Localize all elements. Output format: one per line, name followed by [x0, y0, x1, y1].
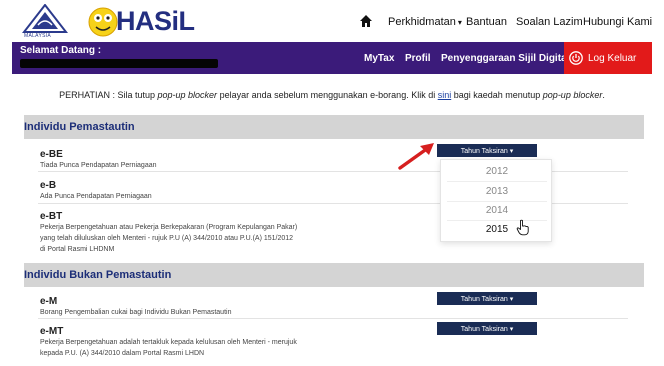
- form-name: e-B: [40, 180, 57, 191]
- section-individu-bukan-pemastautin: Individu Bukan Pemastautin: [24, 263, 644, 287]
- chevron-down-icon: ▾: [509, 295, 514, 303]
- welcome-text: Selamat Datang :: [20, 45, 102, 56]
- form-desc: Tiada Punca Pendapatan Perniagaan: [40, 162, 157, 169]
- notice-text: pelayar anda sebelum menggunakan e-boran…: [217, 90, 438, 100]
- chevron-down-icon: ▾: [509, 147, 514, 155]
- year-option-2013[interactable]: 2013: [441, 183, 553, 201]
- nav-soalan-lazim[interactable]: Soalan Lazim: [516, 16, 583, 28]
- form-name: e-BE: [40, 149, 63, 160]
- form-desc: Pekerja Berpengetahuan adalah tertakluk …: [40, 339, 297, 346]
- section-title: Individu Bukan Pemastautin: [24, 269, 172, 281]
- year-option-2015[interactable]: 2015: [441, 221, 553, 239]
- year-option-2012[interactable]: 2012: [441, 163, 553, 181]
- form-name: e-MT: [40, 326, 64, 337]
- nav-profil[interactable]: Profil: [405, 53, 431, 64]
- mascot-icon: [88, 7, 118, 37]
- nav-mytax[interactable]: MyTax: [364, 53, 394, 64]
- logo-sub-text: MALAYSIA: [24, 33, 52, 39]
- form-item-e-bt: e-BT Pekerja Berpengetahuan atau Pekerja…: [40, 211, 297, 255]
- notice-text: PERHATIAN : Sila tutup: [59, 90, 158, 100]
- logout-button[interactable]: Log Keluar: [564, 42, 652, 74]
- divider: [38, 318, 628, 319]
- power-icon: [569, 51, 583, 65]
- form-desc: di Portal Rasmi LHDNM: [40, 246, 115, 253]
- red-arrow-annotation-icon: [398, 143, 434, 170]
- form-name: e-M: [40, 296, 58, 307]
- form-desc: Borang Pengembalian cukai bagi Individu …: [40, 309, 232, 316]
- chevron-down-icon: ▾: [457, 18, 462, 27]
- form-desc: Pekerja Berpengetahuan atau Pekerja Berk…: [40, 224, 298, 231]
- form-name: e-BT: [40, 211, 63, 222]
- tahun-taksiran-button[interactable]: Tahun Taksiran ▾: [437, 292, 537, 305]
- tahun-taksiran-button[interactable]: Tahun Taksiran ▾: [437, 144, 537, 157]
- popup-blocker-notice: PERHATIAN : Sila tutup pop-up blocker pe…: [0, 90, 664, 100]
- home-icon[interactable]: [359, 14, 373, 28]
- form-item-e-mt: e-MT Pekerja Berpengetahuan adalah terta…: [40, 326, 297, 359]
- form-desc: Ada Punca Pendapatan Perniagaan: [40, 193, 152, 200]
- year-option-2014[interactable]: 2014: [441, 202, 553, 220]
- tahun-taksiran-dropdown: 2012 2013 2014 2015: [440, 159, 552, 242]
- nav-perkhidmatan[interactable]: Perkhidmatan ▾: [388, 16, 462, 28]
- section-individu-pemastautin: Individu Pemastautin: [24, 115, 644, 139]
- section-title: Individu Pemastautin: [24, 121, 135, 133]
- hand-pointer-cursor-icon: [516, 219, 529, 236]
- form-item-e-b: e-B Ada Punca Pendapatan Perniagaan: [40, 180, 152, 202]
- notice-text: bagi kaedah menutup: [451, 90, 543, 100]
- divider: [447, 181, 547, 182]
- tahun-taksiran-button[interactable]: Tahun Taksiran ▾: [437, 322, 537, 335]
- user-bar: Selamat Datang : MyTax Profil Penyenggar…: [12, 42, 652, 74]
- notice-link-sini[interactable]: sini: [438, 90, 452, 100]
- form-item-e-be: e-BE Tiada Punca Pendapatan Perniagaan: [40, 149, 157, 171]
- notice-text: .: [602, 90, 605, 100]
- notice-italic: pop-up blocker: [157, 90, 218, 100]
- site-title[interactable]: HASiL: [116, 6, 195, 37]
- chevron-down-icon: ▾: [509, 325, 514, 333]
- form-item-e-m: e-M Borang Pengembalian cukai bagi Indiv…: [40, 296, 231, 318]
- nav-bantuan[interactable]: Bantuan: [466, 16, 507, 28]
- nav-penyenggaraan-sijil-digital[interactable]: Penyenggaraan Sijil Digital: [441, 53, 569, 64]
- logout-label: Log Keluar: [588, 52, 637, 64]
- notice-italic: pop-up blocker: [542, 90, 603, 100]
- site-header: MALAYSIA HASiL Perkhidmatan ▾ Bantuan Soa…: [0, 0, 664, 42]
- form-desc: yang telah diluluskan oleh Menteri - ruj…: [40, 235, 294, 242]
- redacted-username: [20, 59, 218, 68]
- form-desc: kepada P.U. (A) 344/2010 dalam Portal Ra…: [40, 350, 205, 357]
- nav-hubungi-kami[interactable]: Hubungi Kami: [583, 16, 652, 28]
